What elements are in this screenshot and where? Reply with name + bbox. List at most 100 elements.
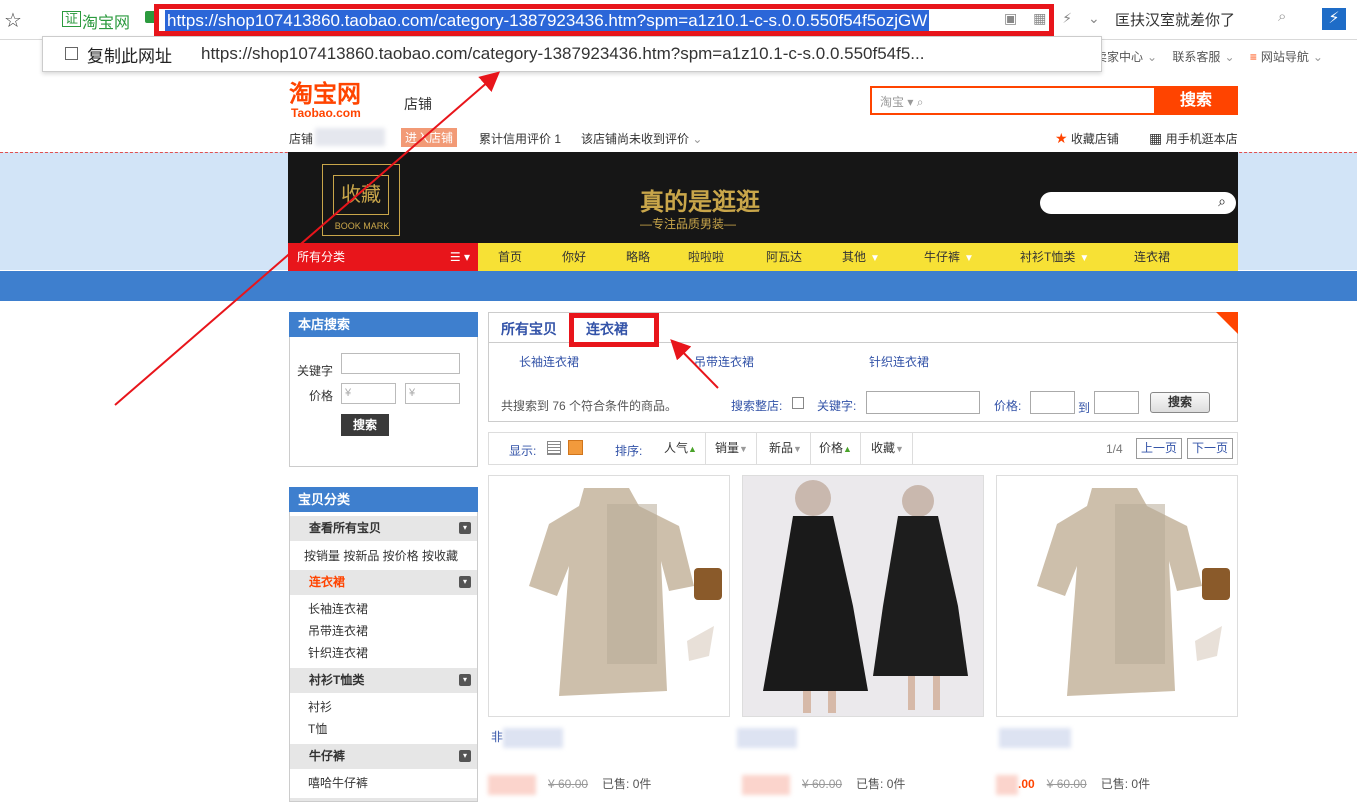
sort-option[interactable]: 收藏▼ — [863, 433, 913, 464]
category-sub-item[interactable]: 针织连衣裙 — [308, 644, 368, 661]
search-scope-select[interactable]: 淘宝 ▾ ⌕ — [880, 93, 923, 110]
shop-nav-item[interactable]: 其他 ▼ — [842, 243, 880, 271]
shop-nav-item[interactable]: 牛仔裤 ▼ — [924, 243, 974, 271]
display-label: 显示: — [509, 444, 537, 458]
enter-shop-button[interactable]: 进入店铺 — [401, 128, 458, 147]
category-sub-item[interactable]: 长袖连衣裙 — [308, 600, 368, 617]
shop-nav-bar: 所有分类 ☰ ▾ 首页 你好 略略 啦啦啦 阿瓦达 其他 ▼ 牛仔裤 ▼ 衬衫T恤类 ▼ 连衣裙 — [288, 243, 1238, 271]
qr-code-icon: ▦ — [1149, 130, 1163, 146]
product-image[interactable] — [742, 475, 984, 717]
shop-info-bar: 店铺 进入店铺 累计信用评价 1 该店铺尚未收到评价 ⌄ ★ 收藏店铺 ▦ 用手… — [289, 128, 1239, 148]
tab-all-items[interactable]: 所有宝贝 — [501, 319, 557, 339]
copy-url-label[interactable]: 复制此网址 — [87, 42, 172, 67]
product-name[interactable]: 非 — [491, 728, 564, 748]
sort-bar: 显示: 排序: 人气▲ 销量▼ 新品▼ 价格▲ 收藏▼ 1/4 上一页 下一页 — [488, 432, 1238, 465]
category-group[interactable]: 其他▾ — [290, 798, 477, 801]
view-all-items[interactable]: 查看所有宝贝 ▾ — [290, 516, 477, 541]
bookmark-star-icon[interactable]: ☆ — [4, 8, 22, 33]
subcat-long-sleeve[interactable]: 长袖连衣裙 — [519, 353, 579, 370]
header-search-box[interactable]: 淘宝 ▾ ⌕ 搜索 — [870, 86, 1238, 115]
search-icon[interactable]: ⌕ — [1278, 8, 1286, 25]
category-sub-item[interactable]: 嘻哈牛仔裤 — [308, 774, 368, 791]
browser-toolbar: ☆ 证 淘宝网 https://shop107413860.taobao.com… — [0, 0, 1357, 40]
product-name[interactable] — [737, 728, 797, 748]
credit-rating[interactable]: 累计信用评价 1 — [479, 130, 561, 147]
tab-search-button[interactable]: 搜索 — [1150, 392, 1210, 413]
list-view-icon[interactable] — [547, 441, 561, 455]
category-sub-item[interactable]: 衬衫 — [308, 698, 332, 715]
header-search-button[interactable]: 搜索 — [1154, 86, 1238, 115]
category-sub-item[interactable]: 吊带连衣裙 — [308, 622, 368, 639]
category-sub-item[interactable]: T恤 — [308, 720, 327, 737]
site-nav-link[interactable]: 网站导航 — [1261, 50, 1309, 64]
subcat-knit[interactable]: 针织连衣裙 — [869, 353, 929, 370]
product-image[interactable] — [488, 475, 730, 717]
no-evaluation-text[interactable]: 该店铺尚未收到评价 ⌄ — [581, 130, 702, 147]
collapse-icon[interactable]: ▾ — [459, 576, 471, 588]
taobao-logo[interactable]: 淘宝网 — [289, 83, 361, 107]
annotation-box-url — [154, 4, 1054, 36]
copy-url-checkbox[interactable] — [65, 47, 78, 60]
all-categories-button[interactable]: 所有分类 ☰ ▾ — [288, 243, 478, 271]
search-whole-shop-label: 搜索整店: — [731, 399, 783, 413]
customer-service-link[interactable]: 联系客服 — [1172, 50, 1220, 64]
shop-nav-item[interactable]: 连衣裙 — [1134, 243, 1170, 271]
shop-nav-item[interactable]: 啦啦啦 — [688, 243, 724, 271]
banner-subtitle: —专注品质男装— — [640, 217, 737, 231]
shop-nav-item[interactable]: 阿瓦达 — [766, 243, 802, 271]
category-group[interactable]: 衬衫T恤类 ▾ — [290, 668, 477, 693]
knit-dress-image — [489, 476, 729, 716]
shop-banner: 收藏 BOOK MARK 真的是逛逛 —专注品质男装— ⌕ — [288, 152, 1238, 243]
seller-center-link[interactable]: 卖家中心 — [1095, 50, 1143, 64]
category-panel: 查看所有宝贝 ▾ 按销量 按新品 按价格 按收藏 连衣裙 ▾ 长袖连衣裙吊带连衣裙针织… — [289, 512, 478, 802]
category-group[interactable]: 牛仔裤 ▾ — [290, 744, 477, 769]
category-group[interactable]: 连衣裙 ▾ — [290, 570, 477, 595]
arrow-down-icon: ▼ — [793, 444, 802, 454]
sort-option[interactable]: 价格▲ — [811, 433, 861, 464]
product-name[interactable] — [999, 728, 1071, 748]
sort-option[interactable]: 新品▼ — [761, 433, 811, 464]
shop-nav-item[interactable]: 首页 — [498, 243, 522, 271]
prev-page-button[interactable]: 上一页 — [1136, 438, 1183, 459]
shop-nav-item[interactable]: 你好 — [562, 243, 586, 271]
search-icon: ⌕ — [916, 95, 924, 109]
browser-extension-icon[interactable]: ⚡ — [1322, 8, 1346, 30]
price-min-input[interactable]: ¥ — [341, 383, 396, 404]
search-whole-shop-checkbox[interactable] — [792, 397, 804, 409]
sort-links[interactable]: 按销量 按新品 按价格 按收藏 — [304, 547, 458, 564]
bookmark-badge[interactable]: 收藏 BOOK MARK — [322, 164, 400, 236]
tab-keyword-input[interactable] — [866, 391, 980, 414]
corner-badge — [1216, 312, 1238, 334]
price-max-input[interactable]: ¥ — [405, 383, 460, 404]
subcat-strap[interactable]: 吊带连衣裙 — [694, 353, 754, 370]
shop-nav-item[interactable]: 衬衫T恤类 ▼ — [1020, 243, 1089, 271]
collapse-icon[interactable]: ▾ — [459, 750, 471, 762]
tab-price-min-input[interactable] — [1030, 391, 1075, 414]
shop-name-blurred — [315, 128, 385, 146]
tab-price-max-input[interactable] — [1094, 391, 1139, 414]
search-icon[interactable]: ⌕ — [1218, 193, 1226, 210]
site-name: 淘宝网 — [82, 15, 131, 32]
collapse-icon[interactable]: ▾ — [459, 674, 471, 686]
favorite-shop-link[interactable]: ★ 收藏店铺 — [1055, 130, 1119, 147]
grid-view-icon[interactable] — [568, 440, 583, 455]
address-bar-action-icons[interactable]: ▣ ▦ ⚡ ⌄ — [1004, 10, 1106, 27]
header-shop-label: 店铺 — [404, 96, 432, 112]
dropdown-url-suggestion[interactable]: https://shop107413860.taobao.com/categor… — [201, 44, 924, 64]
collapse-icon[interactable]: ▾ — [459, 522, 471, 534]
shop-nav-item[interactable]: 略略 — [626, 243, 650, 271]
bookmark-subtitle: BOOK MARK — [334, 221, 390, 231]
mobile-shop-link[interactable]: ▦ 用手机逛本店 — [1149, 130, 1238, 147]
certificate-icon[interactable]: 证 — [62, 11, 82, 27]
next-page-button[interactable]: 下一页 — [1187, 438, 1234, 459]
product-image[interactable] — [996, 475, 1238, 717]
sort-option[interactable]: 人气▲ — [656, 433, 706, 464]
browser-search-hint[interactable]: 匡扶汉室就差你了 — [1115, 9, 1235, 30]
sort-option[interactable]: 销量▼ — [707, 433, 757, 464]
side-search-button[interactable]: 搜索 — [341, 414, 389, 436]
keyword-input[interactable] — [341, 353, 460, 374]
dropdown-arrow-icon: ▼ — [1079, 253, 1090, 264]
shop-search-panel: 关键字 价格 ¥ ¥ 搜索 — [289, 337, 478, 467]
sort-label: 排序: — [615, 444, 643, 458]
banner-search-input[interactable]: ⌕ — [1040, 192, 1236, 214]
